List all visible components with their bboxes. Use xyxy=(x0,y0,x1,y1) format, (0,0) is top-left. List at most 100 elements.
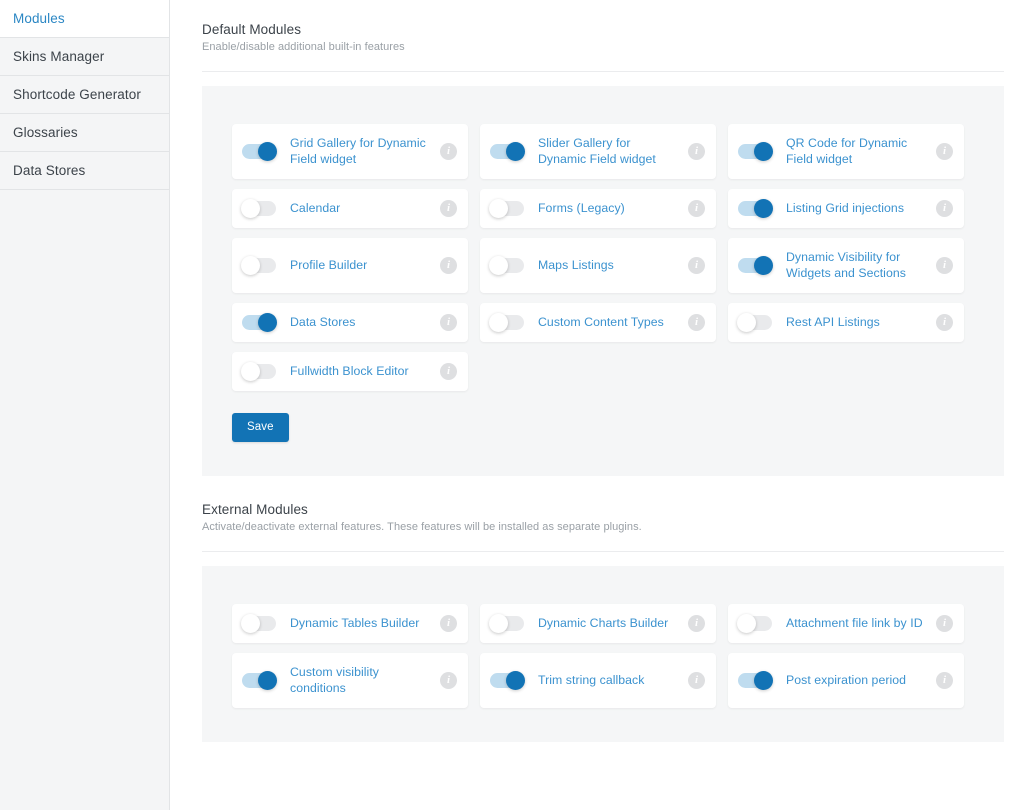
module-label: Listing Grid injections xyxy=(772,201,936,216)
module-card-calendar[interactable]: Calendari xyxy=(232,189,468,228)
module-card-dynamic-visibility-for-widgets-and-sections[interactable]: Dynamic Visibility for Widgets and Secti… xyxy=(728,238,964,293)
module-card-data-stores[interactable]: Data Storesi xyxy=(232,303,468,342)
module-label: Dynamic Charts Builder xyxy=(524,616,688,631)
toggle-custom-visibility-conditions[interactable] xyxy=(242,673,276,688)
toggle-trim-string-callback[interactable] xyxy=(490,673,524,688)
module-label: Custom Content Types xyxy=(524,315,688,330)
toggle-data-stores[interactable] xyxy=(242,315,276,330)
module-card-dynamic-tables-builder[interactable]: Dynamic Tables Builderi xyxy=(232,604,468,643)
toggle-forms-legacy[interactable] xyxy=(490,201,524,216)
module-label: Trim string callback xyxy=(524,673,688,688)
sidebar-item-skins-manager[interactable]: Skins Manager xyxy=(0,38,169,76)
sidebar-item-label: Skins Manager xyxy=(13,49,104,64)
info-icon[interactable]: i xyxy=(440,672,457,689)
info-icon[interactable]: i xyxy=(688,672,705,689)
info-icon[interactable]: i xyxy=(440,615,457,632)
sidebar-item-label: Modules xyxy=(13,11,65,26)
module-label: Data Stores xyxy=(276,315,440,330)
toggle-knob xyxy=(754,256,773,275)
toggle-slider-gallery-for-dynamic-field-widget[interactable] xyxy=(490,144,524,159)
module-label: Rest API Listings xyxy=(772,315,936,330)
sidebar-item-label: Shortcode Generator xyxy=(13,87,141,102)
module-card-slider-gallery-for-dynamic-field-widget[interactable]: Slider Gallery for Dynamic Field widgeti xyxy=(480,124,716,179)
module-card-attachment-file-link-by-id[interactable]: Attachment file link by IDi xyxy=(728,604,964,643)
info-icon[interactable]: i xyxy=(440,257,457,274)
module-card-forms-legacy[interactable]: Forms (Legacy)i xyxy=(480,189,716,228)
info-icon[interactable]: i xyxy=(688,615,705,632)
module-card-trim-string-callback[interactable]: Trim string callbacki xyxy=(480,653,716,708)
module-label: Profile Builder xyxy=(276,258,440,273)
default-modules-header: Default Modules Enable/disable additiona… xyxy=(202,22,1004,72)
external-modules-grid: Dynamic Tables Builderi Dynamic Charts Bu… xyxy=(232,604,974,708)
toggle-knob xyxy=(241,362,260,381)
toggle-knob xyxy=(258,313,277,332)
module-card-grid-gallery-for-dynamic-field-widget[interactable]: Grid Gallery for Dynamic Field widgeti xyxy=(232,124,468,179)
module-card-fullwidth-block-editor[interactable]: Fullwidth Block Editori xyxy=(232,352,468,391)
module-label: Calendar xyxy=(276,201,440,216)
info-icon[interactable]: i xyxy=(688,314,705,331)
toggle-profile-builder[interactable] xyxy=(242,258,276,273)
info-icon[interactable]: i xyxy=(688,200,705,217)
toggle-qr-code-for-dynamic-field-widget[interactable] xyxy=(738,144,772,159)
toggle-fullwidth-block-editor[interactable] xyxy=(242,364,276,379)
main-content: Default Modules Enable/disable additiona… xyxy=(170,0,1024,810)
toggle-knob xyxy=(506,142,525,161)
sidebar-item-shortcode-generator[interactable]: Shortcode Generator xyxy=(0,76,169,114)
info-icon[interactable]: i xyxy=(688,143,705,160)
toggle-knob xyxy=(489,614,508,633)
module-card-custom-visibility-conditions[interactable]: Custom visibility conditionsi xyxy=(232,653,468,708)
toggle-listing-grid-injections[interactable] xyxy=(738,201,772,216)
toggle-attachment-file-link-by-id[interactable] xyxy=(738,616,772,631)
toggle-grid-gallery-for-dynamic-field-widget[interactable] xyxy=(242,144,276,159)
module-card-custom-content-types[interactable]: Custom Content Typesi xyxy=(480,303,716,342)
toggle-dynamic-visibility-for-widgets-and-sections[interactable] xyxy=(738,258,772,273)
info-icon[interactable]: i xyxy=(440,200,457,217)
toggle-maps-listings[interactable] xyxy=(490,258,524,273)
module-card-profile-builder[interactable]: Profile Builderi xyxy=(232,238,468,293)
info-icon[interactable]: i xyxy=(688,257,705,274)
module-label: Custom visibility conditions xyxy=(276,665,440,696)
default-modules-panel: Grid Gallery for Dynamic Field widgetiSl… xyxy=(202,86,1004,476)
sidebar-item-glossaries[interactable]: Glossaries xyxy=(0,114,169,152)
toggle-post-expiration-period[interactable] xyxy=(738,673,772,688)
info-icon[interactable]: i xyxy=(440,314,457,331)
module-card-maps-listings[interactable]: Maps Listingsi xyxy=(480,238,716,293)
sidebar-item-data-stores[interactable]: Data Stores xyxy=(0,152,169,190)
toggle-custom-content-types[interactable] xyxy=(490,315,524,330)
info-icon[interactable]: i xyxy=(936,143,953,160)
module-label: QR Code for Dynamic Field widget xyxy=(772,136,936,167)
sidebar-item-modules[interactable]: Modules xyxy=(0,0,169,38)
module-label: Grid Gallery for Dynamic Field widget xyxy=(276,136,440,167)
module-card-dynamic-charts-builder[interactable]: Dynamic Charts Builderi xyxy=(480,604,716,643)
info-icon[interactable]: i xyxy=(936,615,953,632)
module-label: Dynamic Visibility for Widgets and Secti… xyxy=(772,250,936,281)
toggle-knob xyxy=(489,199,508,218)
info-icon[interactable]: i xyxy=(936,314,953,331)
external-modules-panel: Dynamic Tables Builderi Dynamic Charts Bu… xyxy=(202,566,1004,742)
info-icon[interactable]: i xyxy=(936,200,953,217)
module-card-post-expiration-period[interactable]: Post expiration periodi xyxy=(728,653,964,708)
toggle-dynamic-charts-builder[interactable] xyxy=(490,616,524,631)
info-icon[interactable]: i xyxy=(440,143,457,160)
toggle-knob xyxy=(506,671,525,690)
info-icon[interactable]: i xyxy=(440,363,457,380)
toggle-calendar[interactable] xyxy=(242,201,276,216)
module-card-listing-grid-injections[interactable]: Listing Grid injectionsi xyxy=(728,189,964,228)
sidebar-item-label: Data Stores xyxy=(13,163,85,178)
external-modules-header: External Modules Activate/deactivate ext… xyxy=(202,502,1004,552)
module-label: Slider Gallery for Dynamic Field widget xyxy=(524,136,688,167)
info-icon[interactable]: i xyxy=(936,257,953,274)
external-modules-title: External Modules xyxy=(202,502,1004,517)
module-label: Fullwidth Block Editor xyxy=(276,364,440,379)
module-card-qr-code-for-dynamic-field-widget[interactable]: QR Code for Dynamic Field widgeti xyxy=(728,124,964,179)
modules-settings-page: Modules Skins Manager Shortcode Generator G… xyxy=(0,0,1024,810)
info-icon[interactable]: i xyxy=(936,672,953,689)
toggle-knob xyxy=(737,614,756,633)
toggle-rest-api-listings[interactable] xyxy=(738,315,772,330)
module-label: Maps Listings xyxy=(524,258,688,273)
save-button[interactable]: Save xyxy=(232,413,289,442)
toggle-dynamic-tables-builder[interactable] xyxy=(242,616,276,631)
module-card-rest-api-listings[interactable]: Rest API Listingsi xyxy=(728,303,964,342)
default-modules-subtitle: Enable/disable additional built-in featu… xyxy=(202,41,1004,53)
external-modules-subtitle: Activate/deactivate external features. T… xyxy=(202,521,1004,533)
